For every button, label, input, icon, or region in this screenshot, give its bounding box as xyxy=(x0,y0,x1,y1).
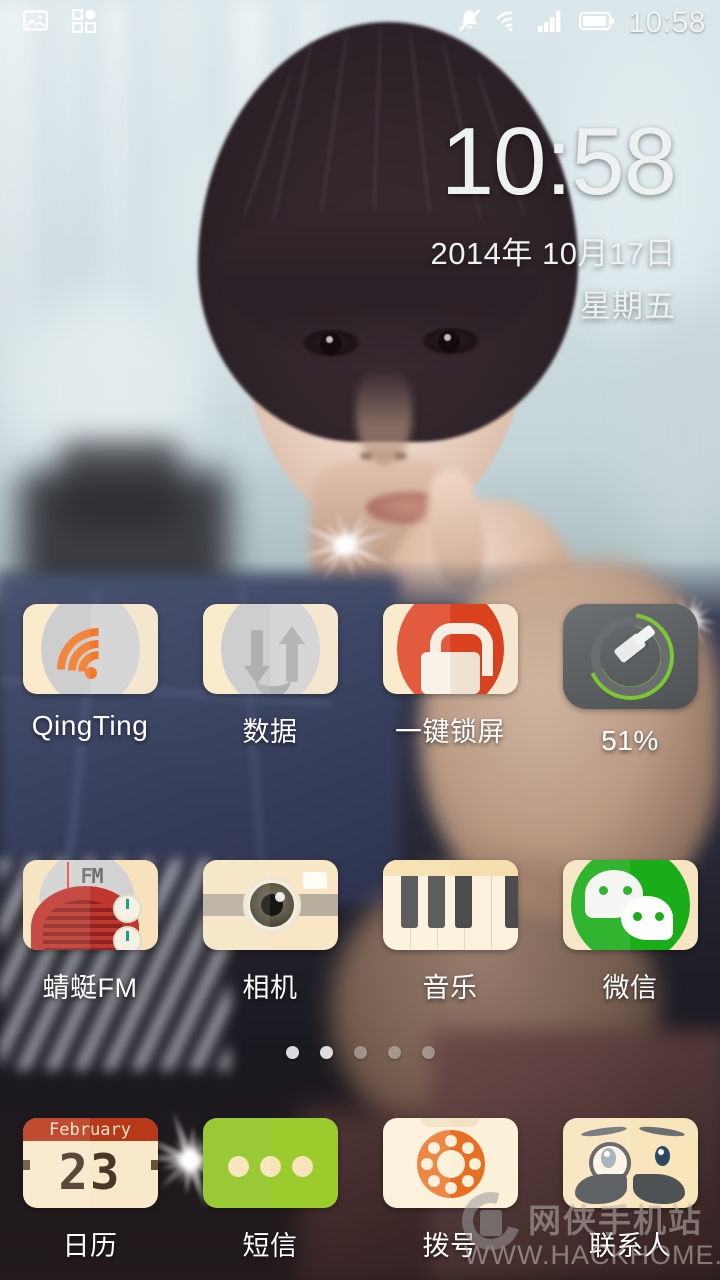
battery-icon xyxy=(579,10,615,37)
contacts-icon[interactable] xyxy=(563,1118,698,1208)
app-label: 拨号 xyxy=(423,1224,478,1263)
status-bar-clock: 10:58 xyxy=(628,6,706,40)
mobile-data-icon[interactable] xyxy=(203,604,338,694)
app-icon-sms[interactable]: 短信 xyxy=(180,1118,360,1263)
app-icon-music[interactable]: 音乐 xyxy=(360,860,540,1005)
app-icon-cleaner[interactable]: 51% xyxy=(540,604,720,757)
piano-music-icon[interactable] xyxy=(383,860,518,950)
page-indicator[interactable] xyxy=(0,1046,720,1059)
app-icon-wechat[interactable]: 微信 xyxy=(540,860,720,1005)
home-screen: 10:58 10:58 2014年 10月17日 星期五 QingTing 数据… xyxy=(0,0,720,1280)
app-icon-calendar[interactable]: February 23 日历 xyxy=(0,1118,180,1263)
app-icon-qingtingfm[interactable]: FM 蜻蜓FM xyxy=(0,860,180,1005)
app-icon-camera[interactable]: 相机 xyxy=(180,860,360,1005)
apps-grid-icon[interactable] xyxy=(71,8,97,39)
page-dot[interactable] xyxy=(320,1046,333,1059)
app-label: 日历 xyxy=(63,1224,118,1263)
app-label: 相机 xyxy=(243,966,298,1005)
radio-icon[interactable]: FM xyxy=(23,860,158,950)
memory-cleaner-icon[interactable] xyxy=(563,604,698,709)
app-icon-qingting[interactable]: QingTing xyxy=(0,604,180,757)
app-label: 数据 xyxy=(243,710,298,749)
page-dot-active[interactable] xyxy=(354,1046,367,1059)
page-dot[interactable] xyxy=(388,1046,401,1059)
app-label: 音乐 xyxy=(423,966,478,1005)
calendar-icon[interactable]: February 23 xyxy=(23,1118,158,1208)
gallery-icon[interactable] xyxy=(22,7,49,39)
wifi-icon xyxy=(496,9,525,38)
clock-widget[interactable]: 10:58 2014年 10月17日 星期五 xyxy=(430,116,676,326)
app-icon-contacts[interactable]: 联系人 xyxy=(540,1118,720,1263)
app-icon-data[interactable]: 数据 xyxy=(180,604,360,757)
app-label: QingTing xyxy=(32,710,149,742)
status-bar[interactable]: 10:58 xyxy=(0,0,720,46)
home-row-toggles: QingTing 数据 一键锁屏 51% xyxy=(0,604,720,757)
page-dot[interactable] xyxy=(422,1046,435,1059)
mute-bell-icon xyxy=(456,7,483,39)
home-row-apps: FM 蜻蜓FM 相机 音乐 微信 xyxy=(0,860,720,1005)
app-label: 联系人 xyxy=(589,1224,672,1263)
camera-icon[interactable] xyxy=(203,860,338,950)
lock-screen-icon[interactable] xyxy=(383,604,518,694)
app-icon-lock[interactable]: 一键锁屏 xyxy=(360,604,540,757)
wechat-icon[interactable] xyxy=(563,860,698,950)
app-icon-dialer[interactable]: 拨号 xyxy=(360,1118,540,1263)
clock-widget-time: 10:58 xyxy=(430,116,676,208)
wifi-toggle-icon[interactable] xyxy=(23,604,158,694)
app-label: 微信 xyxy=(603,966,658,1005)
clock-widget-weekday: 星期五 xyxy=(430,281,676,326)
phone-dialer-icon[interactable] xyxy=(383,1118,518,1208)
app-label: 一键锁屏 xyxy=(395,710,505,749)
messages-icon[interactable] xyxy=(203,1118,338,1208)
signal-bars-icon xyxy=(538,9,566,38)
app-label: 短信 xyxy=(243,1224,298,1263)
app-label: 蜻蜓FM xyxy=(43,966,138,1005)
home-row-dock: February 23 日历 短信 拨号 联系人 xyxy=(0,1118,720,1263)
cleaner-percent-label: 51% xyxy=(601,725,659,757)
clock-widget-date: 2014年 10月17日 xyxy=(430,228,676,273)
page-dot[interactable] xyxy=(286,1046,299,1059)
